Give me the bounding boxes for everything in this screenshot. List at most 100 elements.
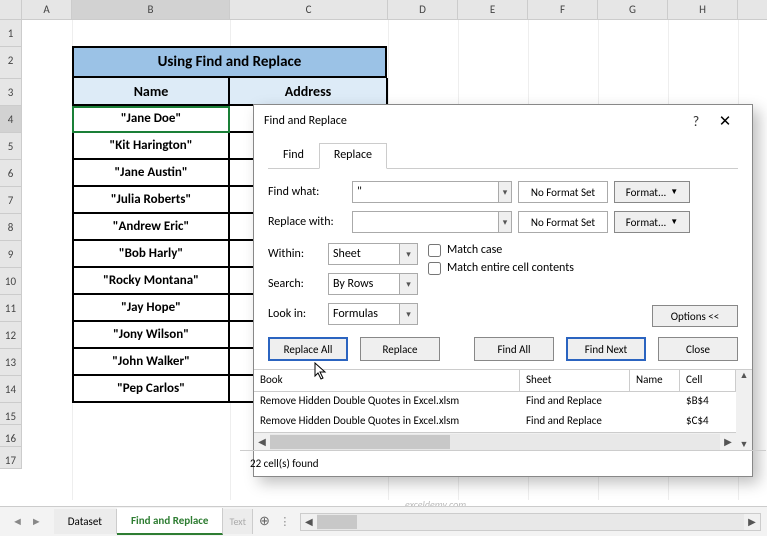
results-col-name[interactable]: Name — [630, 370, 680, 391]
sheet-tab-dataset[interactable]: Dataset — [54, 509, 117, 534]
results-vscroll[interactable]: ▲ ▼ — [736, 370, 752, 450]
results-col-cell[interactable]: Cell — [680, 370, 736, 391]
cell-b7[interactable]: "Julia Roberts" — [72, 187, 230, 214]
row-header-16[interactable]: 16 — [0, 425, 22, 447]
arrow-up-icon[interactable]: ▲ — [740, 370, 749, 381]
tab-nav-first-icon[interactable]: ◄ — [8, 515, 27, 528]
row-header-11[interactable]: 11 — [0, 295, 22, 322]
header-name[interactable]: Name — [72, 78, 230, 106]
row-header-2[interactable]: 2 — [0, 47, 22, 79]
arrow-right-icon[interactable]: ▶ — [744, 515, 760, 528]
row-header-13[interactable]: 13 — [0, 349, 22, 376]
chevron-down-icon[interactable]: ▾ — [399, 304, 417, 324]
results-hscroll[interactable]: ◀ ▶ — [254, 432, 736, 450]
result-row[interactable]: Remove Hidden Double Quotes in Excel.xls… — [254, 392, 736, 412]
sheet-tab-text[interactable]: Text — [223, 509, 253, 534]
row-header-12[interactable]: 12 — [0, 322, 22, 349]
cell-b12[interactable]: "Jony Wilson" — [72, 322, 230, 349]
help-button[interactable]: ? — [684, 113, 708, 130]
cell-b5[interactable]: "Kit Harington" — [72, 133, 230, 160]
cell-b4[interactable]: "Jane Doe" — [72, 106, 230, 133]
row-header-4[interactable]: 4 — [0, 106, 22, 133]
column-headers: A B C D E F G H — [0, 0, 767, 20]
replace-format-button[interactable]: Format...▼ — [614, 211, 690, 233]
tab-nav-next-icon[interactable]: ► — [27, 515, 46, 528]
horizontal-scrollbar[interactable]: ◀ ▶ — [300, 513, 761, 531]
col-header-f[interactable]: F — [528, 0, 598, 19]
result-row[interactable]: Remove Hidden Double Quotes in Excel.xls… — [254, 412, 736, 432]
row-header-3[interactable]: 3 — [0, 79, 22, 106]
dialog-tabs: Find Replace — [268, 143, 738, 169]
arrow-down-icon[interactable]: ▼ — [740, 439, 749, 450]
row-header-15[interactable]: 15 — [0, 403, 22, 425]
search-select[interactable]: By Rows ▾ — [328, 273, 418, 295]
within-select[interactable]: Sheet ▾ — [328, 243, 418, 265]
col-header-h[interactable]: H — [668, 0, 738, 19]
chevron-down-icon: ▼ — [670, 187, 678, 197]
options-button[interactable]: Options << — [652, 305, 738, 327]
cell-b13[interactable]: "John Walker" — [72, 349, 230, 376]
chevron-down-icon[interactable]: ▾ — [498, 182, 511, 202]
table-title[interactable]: Using Find and Replace — [72, 46, 387, 78]
add-sheet-icon[interactable]: ⊕ — [253, 510, 276, 533]
scroll-thumb[interactable] — [317, 515, 357, 529]
chevron-down-icon[interactable]: ▾ — [399, 244, 417, 264]
row-headers: 1 2 3 4 5 6 7 8 9 10 11 12 13 14 15 16 1… — [0, 20, 22, 469]
find-what-combo[interactable]: ▾ — [352, 181, 512, 203]
col-header-d[interactable]: D — [388, 0, 458, 19]
lookin-select[interactable]: Formulas ▾ — [328, 303, 418, 325]
col-header-c[interactable]: C — [230, 0, 388, 19]
chevron-down-icon[interactable]: ▾ — [498, 212, 511, 232]
cell-b9[interactable]: "Bob Harly" — [72, 241, 230, 268]
cell-b10[interactable]: "Rocky Montana" — [72, 268, 230, 295]
row-header-6[interactable]: 6 — [0, 160, 22, 187]
replace-button[interactable]: Replace — [360, 337, 440, 361]
find-next-button[interactable]: Find Next — [566, 337, 646, 361]
row-header-17[interactable]: 17 — [0, 447, 22, 469]
arrow-left-icon[interactable]: ◀ — [254, 435, 270, 448]
col-header-b[interactable]: B — [72, 0, 230, 19]
find-format-button[interactable]: Format...▼ — [614, 181, 690, 203]
replace-with-input[interactable] — [353, 212, 498, 232]
cell-b8[interactable]: "Andrew Eric" — [72, 214, 230, 241]
arrow-left-icon[interactable]: ◀ — [301, 515, 317, 528]
scroll-thumb[interactable] — [270, 435, 450, 449]
row-header-9[interactable]: 9 — [0, 241, 22, 268]
find-all-button[interactable]: Find All — [474, 337, 554, 361]
find-replace-dialog: Find and Replace ? ✕ Find Replace Find w… — [253, 104, 753, 477]
row-header-10[interactable]: 10 — [0, 268, 22, 295]
cursor-icon — [314, 362, 330, 382]
sheet-tab-find-replace[interactable]: Find and Replace — [117, 508, 224, 535]
tab-find[interactable]: Find — [268, 143, 319, 169]
header-address[interactable]: Address — [230, 78, 388, 106]
results-col-sheet[interactable]: Sheet — [520, 370, 630, 391]
lookin-label: Look in: — [268, 307, 322, 321]
close-icon[interactable]: ✕ — [708, 112, 742, 131]
chevron-down-icon[interactable]: ▾ — [399, 274, 417, 294]
cell-b14[interactable]: "Pep Carlos" — [72, 376, 230, 403]
dialog-titlebar[interactable]: Find and Replace ? ✕ — [254, 105, 752, 137]
results-col-book[interactable]: Book — [254, 370, 520, 391]
replace-all-button[interactable]: Replace All — [268, 337, 348, 361]
col-header-e[interactable]: E — [458, 0, 528, 19]
arrow-right-icon[interactable]: ▶ — [720, 435, 736, 448]
row-header-14[interactable]: 14 — [0, 376, 22, 403]
search-label: Search: — [268, 277, 322, 291]
select-all-corner[interactable] — [0, 0, 22, 19]
row-header-7[interactable]: 7 — [0, 187, 22, 214]
row-header-8[interactable]: 8 — [0, 214, 22, 241]
match-entire-checkbox[interactable]: Match entire cell contents — [428, 261, 738, 275]
tab-replace[interactable]: Replace — [319, 143, 387, 169]
replace-with-combo[interactable]: ▾ — [352, 211, 512, 233]
col-header-g[interactable]: G — [598, 0, 668, 19]
close-button[interactable]: Close — [658, 337, 738, 361]
cell-b11[interactable]: "Jay Hope" — [72, 295, 230, 322]
find-what-input[interactable] — [353, 182, 498, 202]
row-header-5[interactable]: 5 — [0, 133, 22, 160]
col-header-a[interactable]: A — [22, 0, 72, 19]
tab-split-icon[interactable]: ⋮ — [276, 515, 294, 528]
match-case-checkbox[interactable]: Match case — [428, 243, 738, 257]
cell-b6[interactable]: "Jane Austin" — [72, 160, 230, 187]
row-header-1[interactable]: 1 — [0, 20, 22, 47]
results-panel: Book Sheet Name Cell Remove Hidden Doubl… — [254, 369, 752, 476]
